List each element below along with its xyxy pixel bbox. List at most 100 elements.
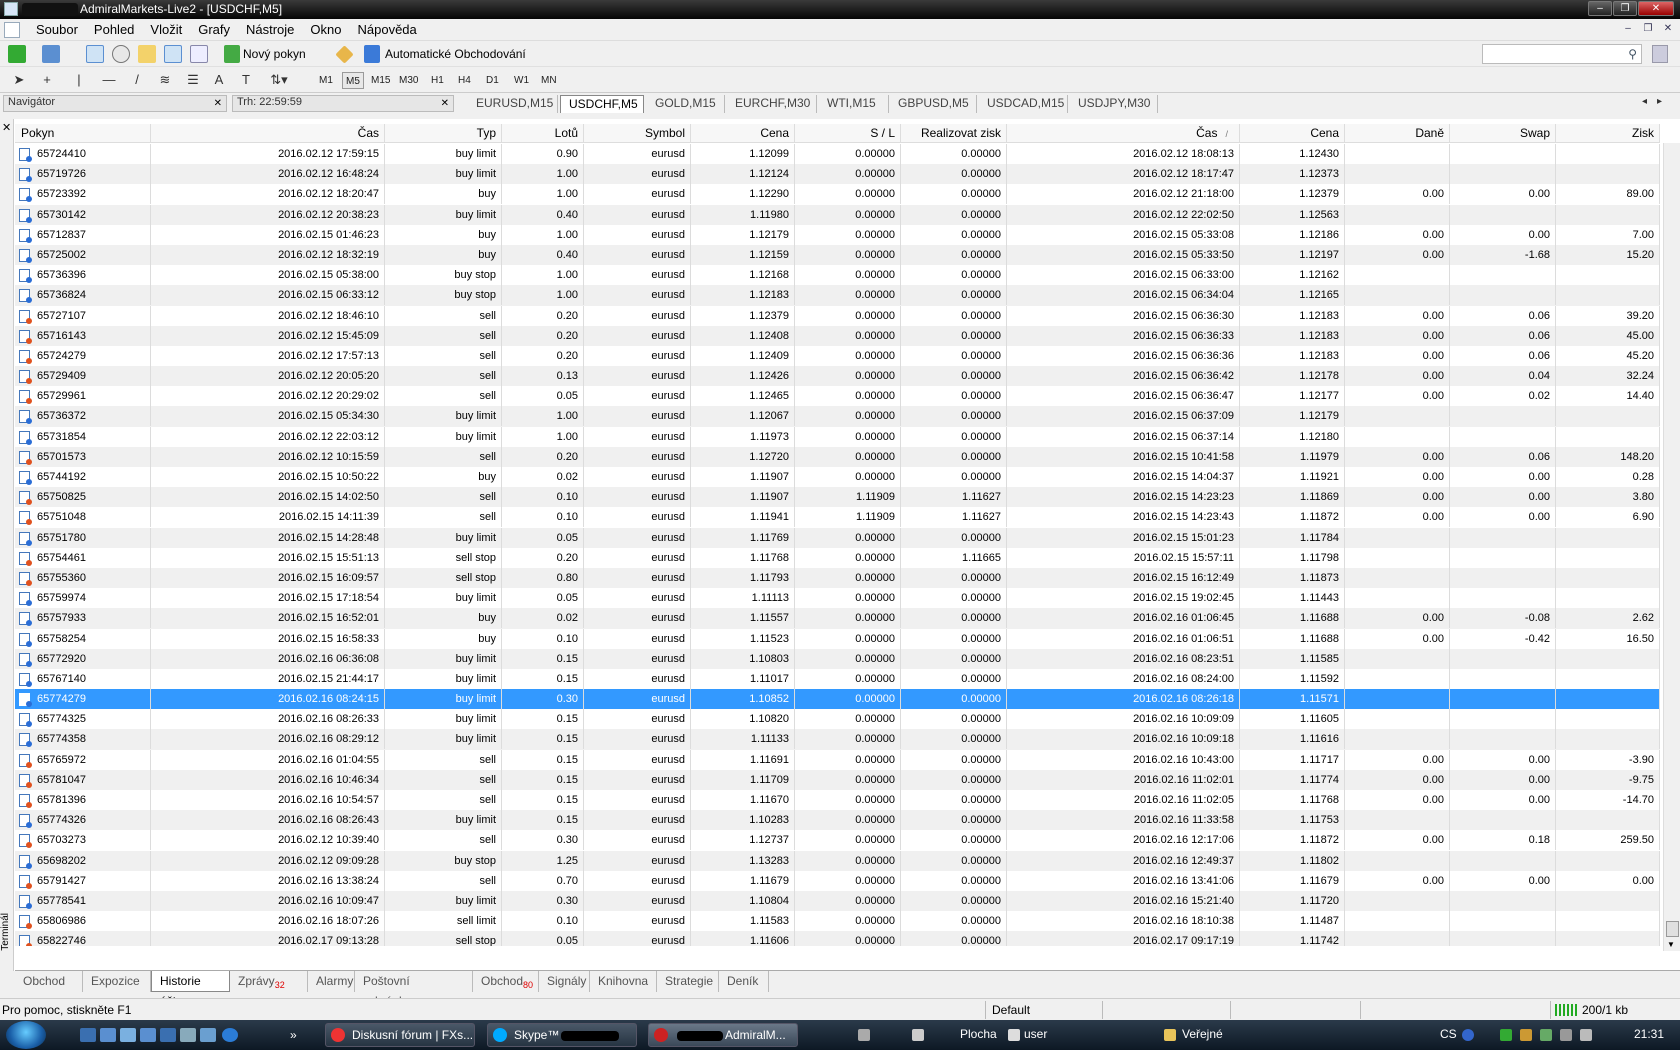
table-row[interactable]: 65751780 2016.02.15 14:28:48 buy limit 0.05… [15, 527, 1660, 548]
timeframe-m30[interactable]: M30 [396, 72, 421, 89]
menu-pohled[interactable]: Pohled [86, 22, 142, 38]
scroll-down-icon[interactable]: ▼ [1667, 940, 1675, 949]
column-header-profit[interactable]: Zisk [1556, 124, 1660, 143]
terminal-icon[interactable] [164, 45, 182, 63]
language-indicator[interactable]: CS [1440, 1027, 1457, 1041]
table-row[interactable]: 65724279 2016.02.12 17:57:13 sell 0.20 eurus… [15, 345, 1660, 366]
terminal-tab-expozice[interactable]: Expozice [83, 971, 151, 992]
table-row[interactable]: 65729409 2016.02.12 20:05:20 sell 0.13 eurus… [15, 366, 1660, 387]
start-button[interactable] [6, 1021, 46, 1049]
search-input[interactable]: ⚲ [1482, 44, 1642, 64]
terminal-tab-pos-tovni--schra-nka[interactable]: Poštovní schránka72 [355, 971, 473, 1010]
table-row[interactable]: 65791427 2016.02.16 13:38:24 sell 0.70 eurus… [15, 870, 1660, 891]
mdi-minimize-button[interactable]: – [1620, 22, 1636, 36]
market-watch-icon[interactable] [86, 45, 104, 63]
table-row[interactable]: 65727107 2016.02.12 18:46:10 sell 0.20 eurus… [15, 305, 1660, 326]
horizontal-line-icon[interactable]: — [100, 70, 118, 90]
toolbar-user[interactable]: user [1024, 1027, 1047, 1041]
terminal-tab-zpra-vy[interactable]: Zprávy32 [230, 971, 308, 992]
terminal-tab-alarmy[interactable]: Alarmy [308, 971, 355, 992]
channel-icon[interactable]: ≋ [156, 70, 174, 90]
table-row[interactable]: 65759974 2016.02.15 17:18:54 buy limit 0.05… [15, 588, 1660, 609]
table-row[interactable]: 65765972 2016.02.16 01:04:55 sell 0.15 eurus… [15, 749, 1660, 770]
text-label-icon[interactable]: T [238, 70, 254, 90]
navigator-close-icon[interactable]: ✕ [214, 97, 222, 110]
timeframe-m1[interactable]: M1 [316, 72, 336, 89]
strategy-tester-icon[interactable] [190, 45, 208, 63]
table-row[interactable]: 65781396 2016.02.16 10:54:57 sell 0.15 eurus… [15, 790, 1660, 810]
table-row[interactable]: 65724410 2016.02.12 17:59:15 buy limit 0.90… [15, 144, 1660, 164]
chart-tab-gbpusd-m5[interactable]: GBPUSD,M5 [890, 95, 977, 113]
mdi-close-button[interactable]: ✕ [1660, 22, 1676, 36]
table-row[interactable]: 65703273 2016.02.12 10:39:40 sell 0.30 eurus… [15, 830, 1660, 851]
navigator-icon[interactable] [138, 45, 156, 63]
task-admiral[interactable]: AdmiralM... [648, 1023, 798, 1047]
auto-trading-button[interactable]: Automatické Obchodování [385, 47, 526, 61]
table-row[interactable]: 65822746 2016.02.17 09:13:28 sell stop 0.05… [15, 931, 1660, 946]
chart-tab-eurchf-m30[interactable]: EURCHF,M30 [727, 95, 817, 113]
table-row[interactable]: 65754461 2016.02.15 15:51:13 sell stop 0.20… [15, 547, 1660, 568]
timeframe-mn[interactable]: MN [538, 72, 560, 89]
vertical-line-icon[interactable]: | [74, 70, 84, 90]
menu-soubor[interactable]: Soubor [28, 22, 86, 38]
column-header-close-price[interactable]: Cena [1240, 124, 1345, 143]
column-header-close-time[interactable]: Čas / [1007, 124, 1240, 143]
menu-nastroje[interactable]: Nástroje [238, 22, 302, 38]
tray-icon[interactable] [858, 1029, 870, 1041]
crosshair-icon[interactable]: + [38, 70, 56, 90]
new-order-button[interactable]: Nový pokyn [243, 47, 306, 61]
timeframe-h1[interactable]: H1 [428, 72, 447, 89]
chart-tab-usdchf-m5[interactable]: USDCHF,M5 [560, 95, 644, 113]
search-icon[interactable]: ⚲ [1628, 47, 1637, 61]
chart-tab-gold-m15[interactable]: GOLD,M15 [647, 95, 725, 113]
table-row[interactable]: 65701573 2016.02.12 10:15:59 sell 0.20 eurus… [15, 446, 1660, 467]
terminal-tab-knihovna[interactable]: Knihovna [590, 971, 657, 992]
column-header-swap[interactable]: Swap [1450, 124, 1556, 143]
chart-tabs-scroll-icon[interactable]: ◂▸ [1642, 96, 1672, 107]
minimize-button[interactable]: – [1588, 1, 1612, 16]
column-header-order[interactable]: Pokyn [15, 124, 151, 143]
column-header-open-time[interactable]: Čas [151, 124, 385, 143]
chart-tab-usdjpy-m30[interactable]: USDJPY,M30 [1070, 95, 1158, 113]
table-row[interactable]: 65772920 2016.02.16 06:36:08 buy limit 0.15… [15, 648, 1660, 669]
table-row[interactable]: 65806986 2016.02.16 18:07:26 sell limit 0.1… [15, 911, 1660, 932]
table-row[interactable]: 65750825 2016.02.15 14:02:50 sell 0.10 eurus… [15, 487, 1660, 508]
mdi-restore-button[interactable]: ❐ [1640, 22, 1656, 36]
table-row[interactable]: 65758254 2016.02.15 16:58:33 buy 0.10 eurusd… [15, 628, 1660, 649]
table-row[interactable]: 65716143 2016.02.12 15:45:09 sell 0.20 eurus… [15, 325, 1660, 346]
terminal-close-icon[interactable]: ✕ [2, 121, 11, 134]
tray-icon[interactable] [1500, 1029, 1512, 1041]
table-row[interactable]: 65774279 2016.02.16 08:24:15 buy limit 0.30… [15, 689, 1660, 710]
toolbar-settings-icon[interactable] [1652, 45, 1668, 63]
timeframe-d1[interactable]: D1 [483, 72, 502, 89]
table-row[interactable]: 65719726 2016.02.12 16:48:24 buy limit 1.00… [15, 164, 1660, 185]
table-row[interactable]: 65781047 2016.02.16 10:46:34 sell 0.15 eurus… [15, 769, 1660, 790]
tray-icon[interactable] [1520, 1029, 1532, 1041]
chart-tab-eurusd-m15[interactable]: EURUSD,M15 [468, 95, 558, 113]
clock[interactable]: 21:31 [1634, 1027, 1664, 1041]
table-row[interactable]: 65751048 2016.02.15 14:11:39 sell 0.10 eurus… [15, 507, 1660, 528]
table-row[interactable]: 65778541 2016.02.16 10:09:47 buy limit 0.30… [15, 890, 1660, 912]
table-row[interactable]: 65774358 2016.02.16 08:29:12 buy limit 0.15… [15, 729, 1660, 750]
document-icon[interactable] [4, 22, 20, 38]
table-row[interactable]: 65712837 2016.02.15 01:46:23 buy 1.00 eurusd… [15, 224, 1660, 245]
tray-icon[interactable] [1540, 1029, 1552, 1041]
data-window-icon[interactable] [112, 45, 130, 63]
column-header-taxes[interactable]: Daně [1345, 124, 1450, 143]
new-chart-icon[interactable] [8, 45, 26, 63]
timeframe-w1[interactable]: W1 [511, 72, 532, 89]
table-row[interactable]: 65736372 2016.02.15 05:34:30 buy limit 1.00… [15, 406, 1660, 427]
table-row[interactable]: 65755360 2016.02.15 16:09:57 sell stop 0.80… [15, 567, 1660, 589]
terminal-tab-deni-k[interactable]: Deník [719, 971, 769, 992]
table-row[interactable]: 65725002 2016.02.12 18:32:19 buy 0.40 eurusd… [15, 244, 1660, 266]
task-browser[interactable]: Diskusní fórum | FXs... [325, 1023, 475, 1047]
quicklaunch-icon[interactable] [160, 1028, 176, 1042]
column-header-open-price[interactable]: Cena [691, 124, 795, 143]
task-skype[interactable]: Skype™ [487, 1023, 637, 1047]
toolbar-desktop[interactable]: Plocha [960, 1027, 997, 1041]
terminal-tab-historie-u-c-tu[interactable]: Historie účtu [151, 971, 230, 1008]
metaeditor-icon[interactable] [335, 45, 354, 64]
text-icon[interactable]: A [212, 70, 226, 90]
auto-trading-icon[interactable] [364, 45, 380, 63]
chart-tab-usdcad-m15[interactable]: USDCAD,M15 [979, 95, 1068, 113]
